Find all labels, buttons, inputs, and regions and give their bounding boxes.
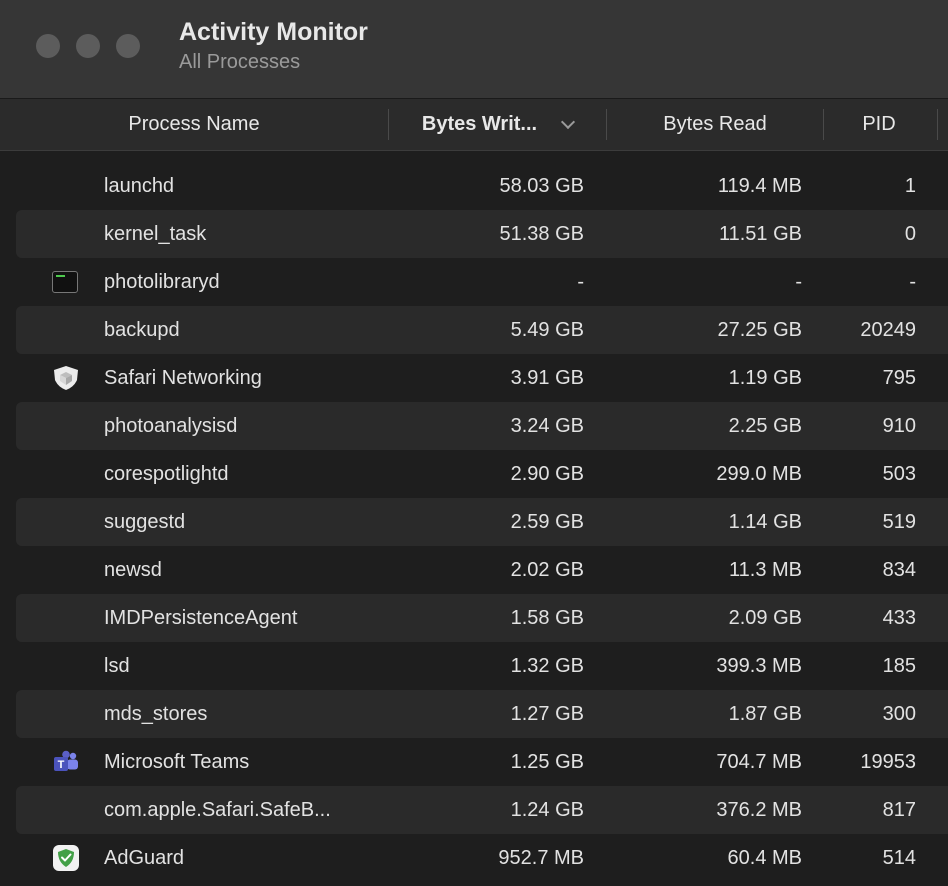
bytes-read-cell: 11.51 GB <box>718 223 802 245</box>
column-label: Bytes Writ... <box>421 113 538 135</box>
bytes-written-cell: 1.27 GB <box>510 703 584 725</box>
column-header-process-name[interactable]: Process Name <box>0 99 388 150</box>
bytes-written-cell: 51.38 GB <box>499 223 584 245</box>
table-row[interactable]: Safari Networking 3.91 GB 1.19 GB 795 <box>0 354 948 402</box>
bytes-read-cell: 119.4 MB <box>717 175 802 197</box>
bytes-written-cell: 5.49 GB <box>510 319 584 341</box>
process-name-cell: backupd <box>104 319 180 341</box>
bytes-read-cell: 376.2 MB <box>716 799 802 821</box>
close-window-button[interactable] <box>36 34 60 58</box>
process-name-cell: corespotlightd <box>104 463 229 485</box>
process-name-cell: Safari Networking <box>104 367 262 389</box>
column-header-pid[interactable]: PID <box>824 99 934 150</box>
process-name-cell: Microsoft Teams <box>104 751 250 773</box>
bytes-written-cell: 1.25 GB <box>510 751 584 773</box>
process-name-cell: com.apple.Safari.SafeB... <box>104 799 331 821</box>
process-name-cell: suggestd <box>104 511 186 533</box>
table-row[interactable]: com.apple.Safari.SafeB... 1.24 GB 376.2 MB… <box>0 786 948 834</box>
column-header-bytes-read[interactable]: Bytes Read <box>607 99 823 150</box>
table-row[interactable]: IMDPersistenceAgent 1.58 GB 2.09 GB 433 <box>0 594 948 642</box>
bytes-written-cell: 1.24 GB <box>510 799 584 821</box>
pid-cell: - <box>909 271 916 293</box>
table-row[interactable]: newsd 2.02 GB 11.3 MB 834 <box>0 546 948 594</box>
table-row[interactable]: kernel_task 51.38 GB 11.51 GB 0 <box>0 210 948 258</box>
column-label: Process Name <box>128 113 260 135</box>
window-title: Activity Monitor <box>179 18 368 46</box>
pid-cell: 514 <box>882 847 916 869</box>
bytes-read-cell: 704.7 MB <box>716 751 802 773</box>
bytes-read-cell: 60.4 MB <box>727 847 802 869</box>
title-bar: Activity Monitor All Processes <box>0 0 948 99</box>
bytes-read-cell: 11.3 MB <box>729 559 802 581</box>
window-subtitle: All Processes <box>179 51 301 73</box>
table-row[interactable]: photolibraryd - - - <box>0 258 948 306</box>
pid-cell: 1 <box>904 175 916 197</box>
table-row[interactable]: launchd 58.03 GB 119.4 MB 1 <box>0 162 948 210</box>
pid-cell: 0 <box>904 223 916 245</box>
bytes-written-cell: 1.58 GB <box>510 607 584 629</box>
pid-cell: 19953 <box>860 751 916 773</box>
pid-cell: 433 <box>882 607 916 629</box>
bytes-read-cell: 1.14 GB <box>728 511 802 533</box>
bytes-written-cell: 2.59 GB <box>510 511 584 533</box>
chevron-down-icon <box>561 114 576 129</box>
pid-cell: 834 <box>882 559 916 581</box>
bytes-read-cell: 2.25 GB <box>728 415 802 437</box>
column-header-bytes-written[interactable]: Bytes Writ... <box>389 99 606 150</box>
bytes-read-cell: 299.0 MB <box>716 463 802 485</box>
pid-cell: 519 <box>882 511 916 533</box>
process-name-cell: AdGuard <box>104 847 185 869</box>
activity-monitor-window: Activity Monitor All Processes Process N… <box>0 0 948 886</box>
zoom-window-button[interactable] <box>116 34 140 58</box>
bytes-written-cell: 1.32 GB <box>510 655 584 677</box>
pid-cell: 795 <box>882 367 916 389</box>
column-divider[interactable] <box>937 109 938 140</box>
table-row[interactable]: backupd 5.49 GB 27.25 GB 20249 <box>0 306 948 354</box>
terminal-icon <box>52 271 78 293</box>
svg-text:T: T <box>58 759 65 771</box>
table-row[interactable]: T Microsoft Teams 1.25 GB 704.7 MB 19953 <box>0 738 948 786</box>
bytes-written-cell: - <box>577 271 584 293</box>
bytes-written-cell: 2.02 GB <box>510 559 584 581</box>
table-row[interactable]: lsd 1.32 GB 399.3 MB 185 <box>0 642 948 690</box>
pid-cell: 503 <box>882 463 916 485</box>
adguard-icon <box>53 845 79 871</box>
process-name-cell: kernel_task <box>104 223 207 245</box>
shield-icon <box>54 366 78 390</box>
bytes-written-cell: 3.91 GB <box>510 367 584 389</box>
table-row[interactable]: photoanalysisd 3.24 GB 2.25 GB 910 <box>0 402 948 450</box>
pid-cell: 817 <box>882 799 916 821</box>
column-header: Process Name Bytes Writ... Bytes Read PI… <box>0 99 948 151</box>
bytes-read-cell: 2.09 GB <box>728 607 802 629</box>
bytes-written-cell: 3.24 GB <box>510 415 584 437</box>
minimize-window-button[interactable] <box>76 34 100 58</box>
table-row[interactable]: mds_stores 1.27 GB 1.87 GB 300 <box>0 690 948 738</box>
process-table: launchd 58.03 GB 119.4 MB 1 kernel_task 51.38… <box>0 162 948 882</box>
bytes-read-cell: 27.25 GB <box>717 319 802 341</box>
table-row[interactable]: suggestd 2.59 GB 1.14 GB 519 <box>0 498 948 546</box>
bytes-written-cell: 2.90 GB <box>510 463 584 485</box>
pid-cell: 910 <box>882 415 916 437</box>
process-name-cell: IMDPersistenceAgent <box>104 607 298 629</box>
pid-cell: 300 <box>882 703 916 725</box>
teams-icon: T <box>54 750 78 771</box>
process-name-cell: mds_stores <box>104 703 208 725</box>
bytes-read-cell: - <box>795 271 802 293</box>
bytes-read-cell: 399.3 MB <box>716 655 802 677</box>
bytes-written-cell: 952.7 MB <box>498 847 584 869</box>
process-name-cell: photolibraryd <box>104 271 220 293</box>
bytes-written-cell: 58.03 GB <box>499 175 584 197</box>
process-name-cell: lsd <box>104 655 130 677</box>
column-label: PID <box>862 113 896 135</box>
column-label: Bytes Read <box>663 113 767 135</box>
process-name-cell: launchd <box>104 175 175 197</box>
process-name-cell: newsd <box>104 559 162 581</box>
table-row[interactable]: corespotlightd 2.90 GB 299.0 MB 503 <box>0 450 948 498</box>
pid-cell: 20249 <box>860 319 916 341</box>
bytes-read-cell: 1.19 GB <box>728 367 802 389</box>
pid-cell: 185 <box>882 655 916 677</box>
process-name-cell: photoanalysisd <box>104 415 238 437</box>
table-row[interactable]: AdGuard 952.7 MB 60.4 MB 514 <box>0 834 948 882</box>
bytes-read-cell: 1.87 GB <box>728 703 802 725</box>
